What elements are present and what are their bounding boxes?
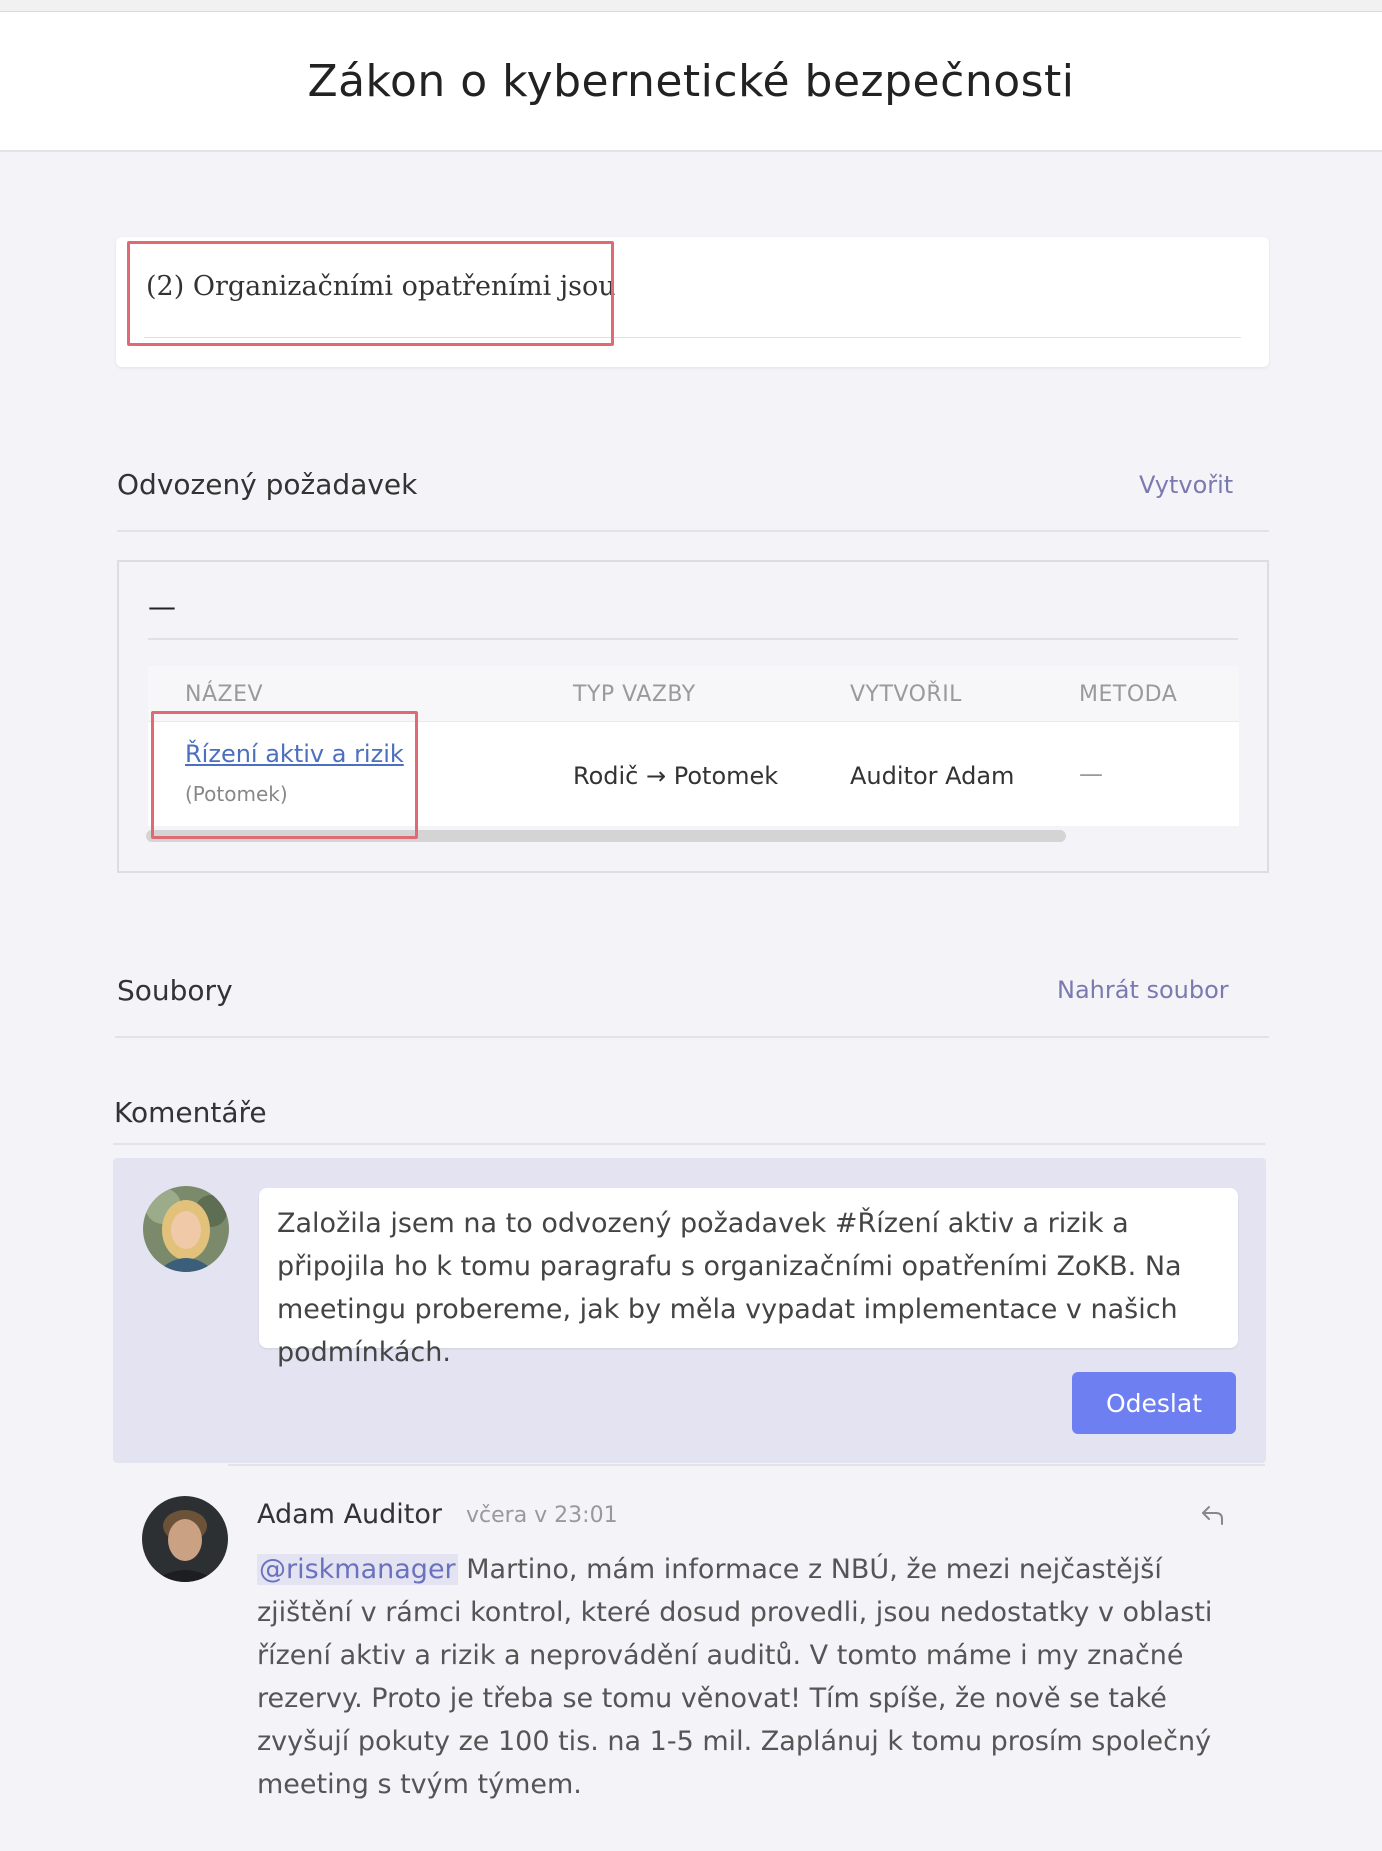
comments-section-title: Komentáře — [114, 1096, 267, 1129]
derived-section-title: Odvozený požadavek — [117, 468, 418, 501]
comment-divider — [228, 1464, 1265, 1466]
comment-body: @riskmanager Martino, mám informace z NB… — [257, 1548, 1247, 1806]
created-by: Auditor Adam — [850, 762, 1015, 790]
comment-author: Adam Auditor — [257, 1499, 442, 1530]
horizontal-scrollbar[interactable] — [146, 830, 1066, 842]
requirement-link[interactable]: Řízení aktiv a rizik — [185, 740, 404, 768]
panel-divider — [148, 638, 1238, 640]
create-derived-link[interactable]: Vytvořit — [1139, 471, 1233, 499]
column-header-type: TYP VAZBY — [573, 682, 696, 707]
relation-type: Rodič → Potomek — [573, 762, 779, 790]
table-row: Řízení aktiv a rizik (Potomek) Rodič → P… — [148, 722, 1239, 826]
page-title: Zákon o kybernetické bezpečnosti — [307, 55, 1075, 107]
column-header-name: NÁZEV — [185, 682, 264, 707]
browser-top-bar — [0, 0, 1382, 12]
derived-requirements-panel: — NÁZEV TYP VAZBY VYTVOŘIL METODA Řízení… — [117, 560, 1269, 873]
send-button[interactable]: Odeslat — [1072, 1372, 1236, 1434]
new-comment-panel: Založila jsem na to odvozený požadavek #… — [113, 1158, 1266, 1463]
user-mention[interactable]: @riskmanager — [257, 1554, 458, 1585]
comment-timestamp: včera v 23:01 — [466, 1503, 618, 1528]
page-header: Zákon o kybernetické bezpečnosti — [0, 12, 1382, 152]
files-section-title: Soubory — [117, 974, 233, 1007]
derived-table: NÁZEV TYP VAZBY VYTVOŘIL METODA Řízení a… — [148, 666, 1239, 826]
paragraph-card: (2) Organizačními opatřeními jsou — [116, 237, 1269, 367]
paragraph-divider — [144, 337, 1241, 338]
table-header: NÁZEV TYP VAZBY VYTVOŘIL METODA — [148, 666, 1239, 722]
requirement-relation-label: (Potomek) — [185, 782, 288, 806]
paragraph-text: (2) Organizačními opatřeními jsou — [146, 271, 616, 302]
section-divider — [117, 530, 1269, 532]
column-header-method: METODA — [1079, 682, 1178, 707]
comment-author-avatar — [142, 1496, 228, 1582]
group-label: — — [148, 590, 176, 623]
comment-text: Martino, mám informace z NBÚ, že mezi ne… — [257, 1554, 1213, 1800]
current-user-avatar — [143, 1186, 229, 1272]
section-divider — [113, 1143, 1265, 1145]
method-value: — — [1079, 760, 1103, 788]
section-divider — [115, 1036, 1269, 1038]
upload-file-link[interactable]: Nahrát soubor — [1057, 976, 1229, 1004]
reply-icon[interactable] — [1200, 1502, 1226, 1528]
comment-input[interactable]: Založila jsem na to odvozený požadavek #… — [259, 1188, 1238, 1368]
column-header-author: VYTVOŘIL — [850, 682, 962, 707]
